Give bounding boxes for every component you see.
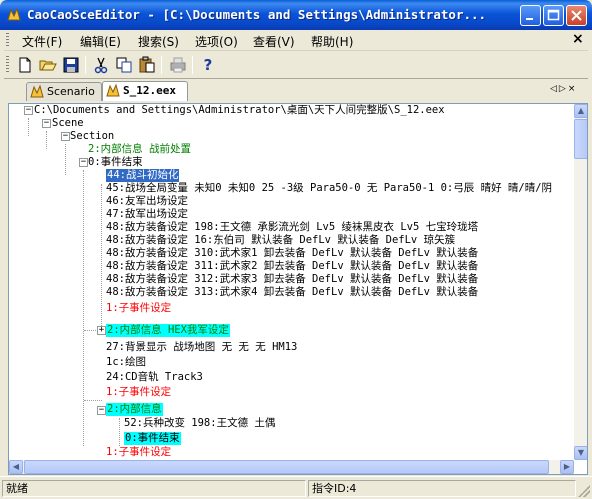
toolbar-grip[interactable] [6, 56, 9, 73]
tree-node[interactable]: 27:背景显示 战场地图 无 无 无 HM13 [106, 341, 297, 354]
document-frame: Scenario S_12.eex ◁▷× − − − − + − C:\Doc… [4, 78, 588, 475]
tree-node[interactable]: 48:敌方装备设定 311:武术家2 卸去装备 DefLv 默认装备 DefLv… [106, 260, 478, 273]
menu-view[interactable]: 查看(V) [253, 33, 295, 50]
scroll-right-arrow-icon[interactable]: ▶ [560, 460, 574, 474]
menu-grip[interactable] [6, 33, 9, 48]
tree-node[interactable]: 48:敌方装备设定 198:王文德 承影流光剑 Lv5 绫袜黑皮衣 Lv5 七宝… [106, 221, 478, 234]
paste-icon[interactable] [138, 56, 156, 74]
tree-node[interactable]: 48:敌方装备设定 310:武术家1 卸去装备 DefLv 默认装备 DefLv… [106, 247, 478, 260]
collapse-section-button[interactable]: − [61, 132, 70, 141]
scroll-up-arrow-icon[interactable]: ▲ [574, 104, 587, 118]
toolbar-separator [161, 56, 162, 74]
tab-scenario[interactable]: Scenario [26, 82, 102, 101]
toolbar-separator [192, 56, 193, 74]
menu-search[interactable]: 搜索(S) [138, 33, 179, 50]
toolbar-separator [85, 56, 86, 74]
tree-node[interactable]: 2:内部信息 战前处置 [88, 143, 191, 156]
tree-node[interactable]: 0:事件结束 [124, 432, 181, 445]
expand-node-button[interactable]: + [97, 326, 106, 335]
tree-connector [119, 418, 120, 446]
close-icon [571, 10, 582, 21]
tree-node[interactable]: 1:子事件设定 [106, 386, 171, 399]
toolbar: ? [4, 52, 588, 77]
tree-node[interactable]: 47:敌军出场设定 [106, 208, 188, 221]
copy-icon[interactable] [115, 56, 133, 74]
tab-navigation-arrows[interactable]: ◁▷× [550, 84, 577, 94]
tab-s12-eex[interactable]: S_12.eex [102, 81, 188, 101]
maximize-button[interactable] [543, 5, 564, 26]
menu-edit[interactable]: 编辑(E) [80, 33, 121, 50]
print-icon[interactable] [169, 56, 187, 74]
open-icon[interactable] [39, 56, 57, 74]
tree-node[interactable]: 46:友军出场设定 [106, 195, 188, 208]
new-icon[interactable] [16, 56, 34, 74]
tree-node[interactable]: 2:内部信息 [106, 403, 163, 416]
tree-node[interactable]: 1:子事件设定 [106, 302, 171, 315]
document-close-button[interactable]: × [572, 31, 584, 47]
help-icon[interactable]: ? [199, 56, 217, 74]
status-bar: 就绪 指令ID:4 [0, 476, 592, 499]
horizontal-scroll-thumb[interactable] [24, 460, 549, 474]
title-bar[interactable]: CaoCaoSceEditor - [C:\Documents and Sett… [0, 0, 592, 30]
tree-node[interactable]: 1:子事件设定 [106, 446, 171, 459]
scroll-left-arrow-icon[interactable]: ◀ [9, 460, 23, 474]
cao-cao-icon [30, 84, 44, 98]
tree-connector [101, 184, 102, 334]
collapse-node-button[interactable]: − [97, 406, 106, 415]
tree-node[interactable]: 2:内部信息 HEX我军设定 [106, 324, 230, 337]
tree-connector [84, 400, 102, 401]
menu-bar: 文件(F) 编辑(E) 搜索(S) 选项(O) 查看(V) 帮助(H) × [4, 30, 588, 51]
tab-label: Scenario [47, 85, 95, 98]
minimize-icon [526, 18, 533, 20]
cao-cao-icon [106, 83, 120, 97]
minimize-button[interactable] [520, 5, 541, 26]
collapse-scene-button[interactable]: − [42, 119, 51, 128]
tree-connector [28, 118, 29, 136]
menu-help[interactable]: 帮助(H) [311, 33, 353, 50]
tree-connector [46, 131, 47, 149]
status-message: 就绪 [2, 480, 306, 497]
tree-node[interactable]: 24:CD音轨 Track3 [106, 371, 203, 384]
collapse-event-button[interactable]: − [79, 158, 88, 167]
tree-node[interactable]: 0:事件结束 [88, 156, 143, 169]
tree-node[interactable]: 48:敌方装备设定 313:武术家4 卸去装备 DefLv 默认装备 DefLv… [106, 286, 478, 299]
tab-label: S_12.eex [123, 84, 176, 97]
tree-node[interactable]: 45:战场全局变量 未知0 未知0 25 -3级 Para50-0 无 Para… [106, 182, 552, 195]
tree-node-selected[interactable]: 44:战斗初始化 [106, 169, 180, 182]
tree-connector [65, 144, 66, 175]
tree-node[interactable]: 1c:绘图 [106, 356, 146, 369]
scroll-down-arrow-icon[interactable]: ▼ [574, 446, 587, 460]
close-button[interactable] [566, 5, 587, 26]
vertical-scrollbar[interactable]: ▲ ▼ [574, 104, 587, 460]
status-command-id: 指令ID:4 [308, 480, 576, 497]
collapse-root-button[interactable]: − [24, 106, 33, 115]
tree-node-section[interactable]: Section [70, 130, 114, 143]
tree-node[interactable]: 52:兵种改变 198:王文德 土偶 [124, 417, 275, 430]
horizontal-scrollbar[interactable]: ◀ ▶ [9, 460, 574, 474]
tree-root-path[interactable]: C:\Documents and Settings\Administrator\… [34, 104, 445, 117]
tree-node-scene[interactable]: Scene [52, 117, 84, 130]
maximize-icon [547, 9, 560, 21]
cut-icon[interactable] [92, 56, 110, 74]
resize-grip-icon[interactable] [578, 485, 590, 497]
scene-tree-view[interactable]: − − − − + − C:\Documents and Settings\Ad… [8, 103, 588, 475]
window-title: CaoCaoSceEditor - [C:\Documents and Sett… [27, 7, 487, 22]
vertical-scroll-thumb[interactable] [574, 119, 587, 159]
tree-connector [83, 170, 84, 446]
save-icon[interactable] [62, 56, 80, 74]
app-icon [7, 7, 21, 21]
tab-strip: Scenario S_12.eex ◁▷× [4, 79, 588, 101]
tree-node[interactable]: 48:敌方装备设定 16:东伯司 默认装备 DefLv 默认装备 DefLv 琼… [106, 234, 455, 247]
menu-file[interactable]: 文件(F) [22, 33, 62, 50]
menu-options[interactable]: 选项(O) [195, 33, 238, 50]
tree-node[interactable]: 48:敌方装备设定 312:武术家3 卸去装备 DefLv 默认装备 DefLv… [106, 273, 478, 286]
